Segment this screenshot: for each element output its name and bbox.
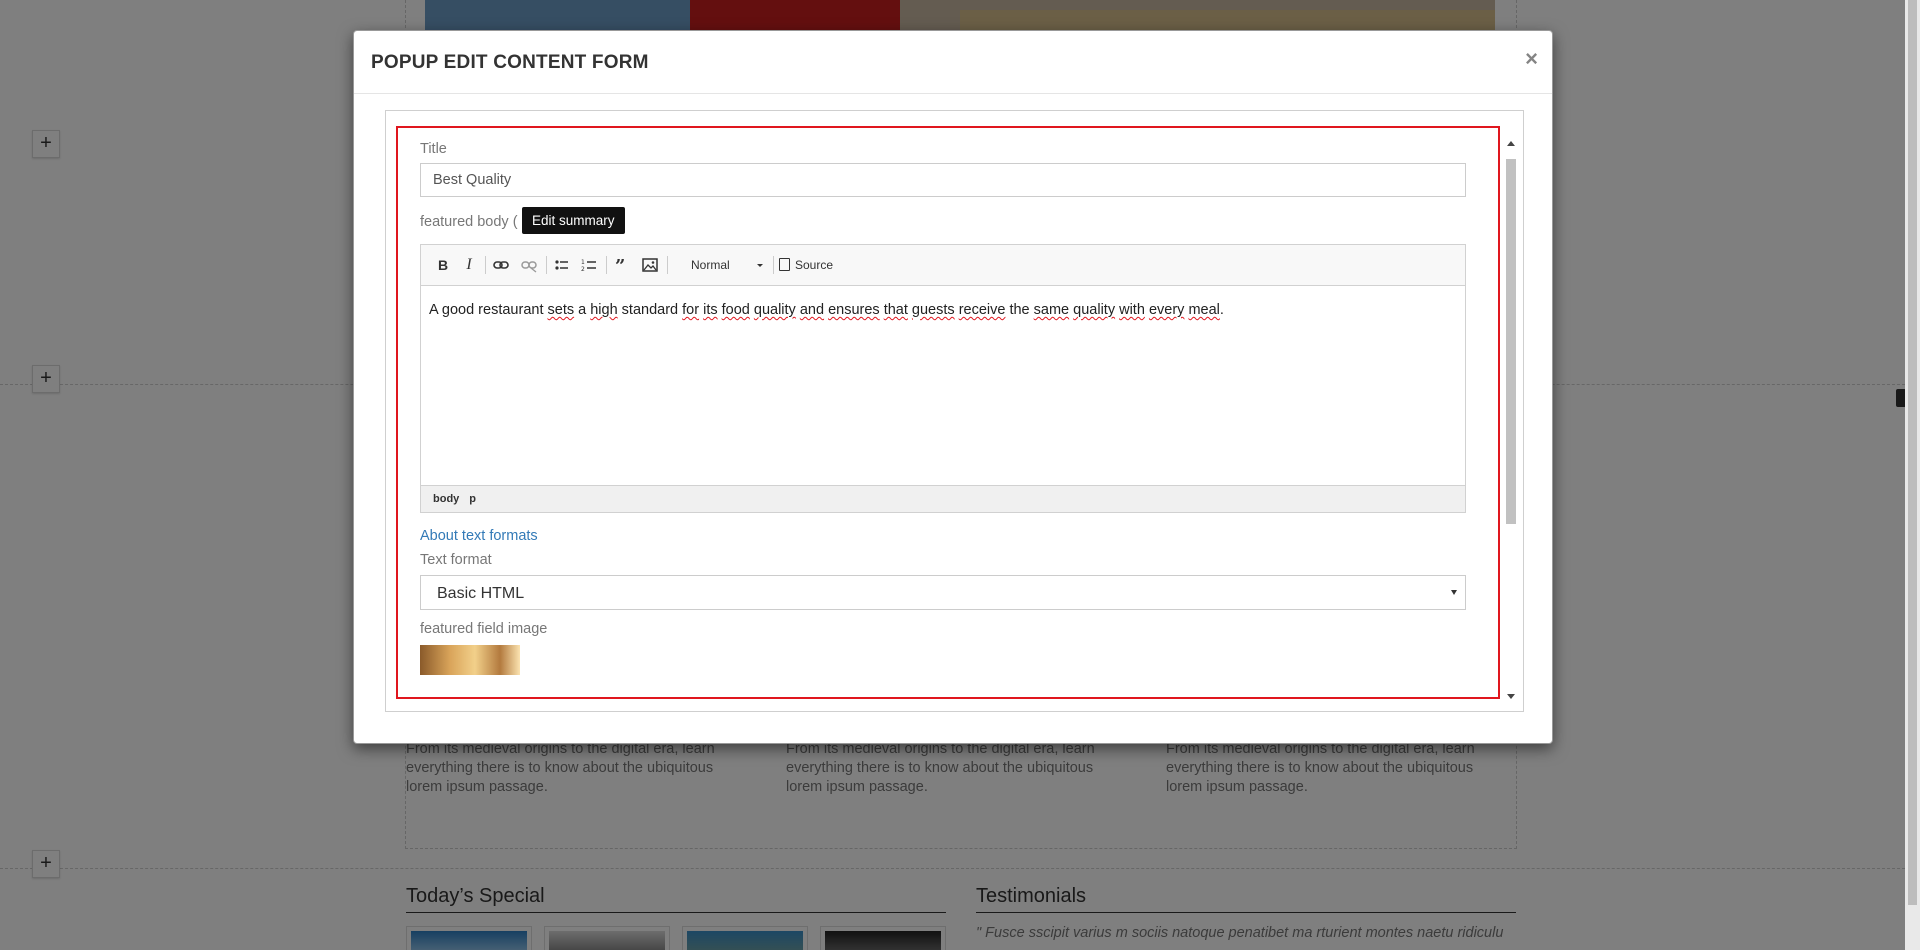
editor-word: that: [883, 302, 908, 318]
blockquote-icon[interactable]: ”: [611, 255, 633, 275]
svg-text:1: 1: [581, 259, 585, 266]
page-scrollbar[interactable]: [1905, 0, 1920, 950]
editor-word: sets: [547, 302, 575, 318]
text-format-select[interactable]: Basic HTML: [420, 575, 1466, 610]
editor-word: guests: [911, 302, 955, 318]
form-frame: Title Best Quality featured body () Edit…: [385, 110, 1524, 712]
editor-word: standard: [617, 302, 683, 318]
italic-button[interactable]: I: [458, 255, 480, 275]
editor-word: a: [574, 302, 591, 318]
editor-word: quality: [753, 302, 796, 318]
modal-header: POPUP EDIT CONTENT FORM ×: [354, 31, 1552, 94]
editor-word: food: [721, 302, 750, 318]
title-input[interactable]: Best Quality: [420, 163, 1466, 197]
close-icon[interactable]: ×: [1525, 46, 1538, 72]
chevron-down-icon: [1451, 590, 1457, 595]
editor-word: its: [703, 302, 718, 318]
chevron-down-icon: [757, 264, 763, 267]
numbered-list-icon[interactable]: 12: [578, 255, 600, 275]
editor-word: and: [799, 302, 825, 318]
editor-content[interactable]: A good restaurant sets a high standard f…: [421, 286, 1465, 484]
form-highlight-box: Title Best Quality featured body () Edit…: [396, 126, 1500, 699]
editor-word: ensures: [828, 302, 880, 318]
editor-word: receive: [958, 302, 1006, 318]
editor-word: every: [1148, 302, 1185, 318]
form-scrollbar[interactable]: [1506, 141, 1518, 699]
edit-content-modal: POPUP EDIT CONTENT FORM × Title Best Qua…: [353, 30, 1553, 744]
rich-text-editor: B I 12 ” Normal Source A good restaurant…: [420, 244, 1466, 513]
editor-word: with: [1119, 302, 1145, 318]
svg-text:”: ”: [615, 256, 625, 275]
editor-word: quality: [1073, 302, 1116, 318]
edit-summary-tooltip[interactable]: Edit summary: [522, 207, 625, 234]
editor-path-bar: body p: [421, 485, 1465, 512]
format-select[interactable]: Normal: [685, 255, 769, 275]
modal-title: POPUP EDIT CONTENT FORM: [371, 52, 649, 73]
scroll-down-icon[interactable]: [1507, 694, 1515, 699]
image-field-label: featured field image: [420, 621, 548, 637]
image-icon[interactable]: [639, 255, 661, 275]
link-icon[interactable]: [490, 255, 512, 275]
featured-image-thumbnail[interactable]: [420, 645, 520, 675]
editor-word: the: [1005, 302, 1034, 318]
source-icon: [779, 258, 790, 271]
text-format-label: Text format: [420, 552, 492, 568]
editor-word: high: [590, 302, 618, 318]
path-element[interactable]: p: [469, 493, 476, 505]
editor-word: same: [1033, 302, 1070, 318]
path-element[interactable]: body: [433, 493, 459, 505]
editor-word: for: [682, 302, 700, 318]
about-text-formats-link[interactable]: About text formats: [420, 528, 538, 544]
scroll-up-icon[interactable]: [1507, 141, 1515, 146]
unlink-icon[interactable]: [518, 255, 540, 275]
bold-button[interactable]: B: [432, 255, 454, 275]
editor-word: meal: [1188, 302, 1220, 318]
svg-text:2: 2: [581, 266, 585, 273]
bulleted-list-icon[interactable]: [551, 255, 573, 275]
editor-toolbar: B I 12 ” Normal Source: [421, 245, 1465, 286]
editor-word: .: [1219, 302, 1224, 318]
scroll-thumb[interactable]: [1506, 159, 1516, 524]
source-button[interactable]: Source: [779, 255, 833, 275]
editor-word: A good restaurant: [429, 302, 548, 318]
title-label: Title: [420, 141, 447, 157]
